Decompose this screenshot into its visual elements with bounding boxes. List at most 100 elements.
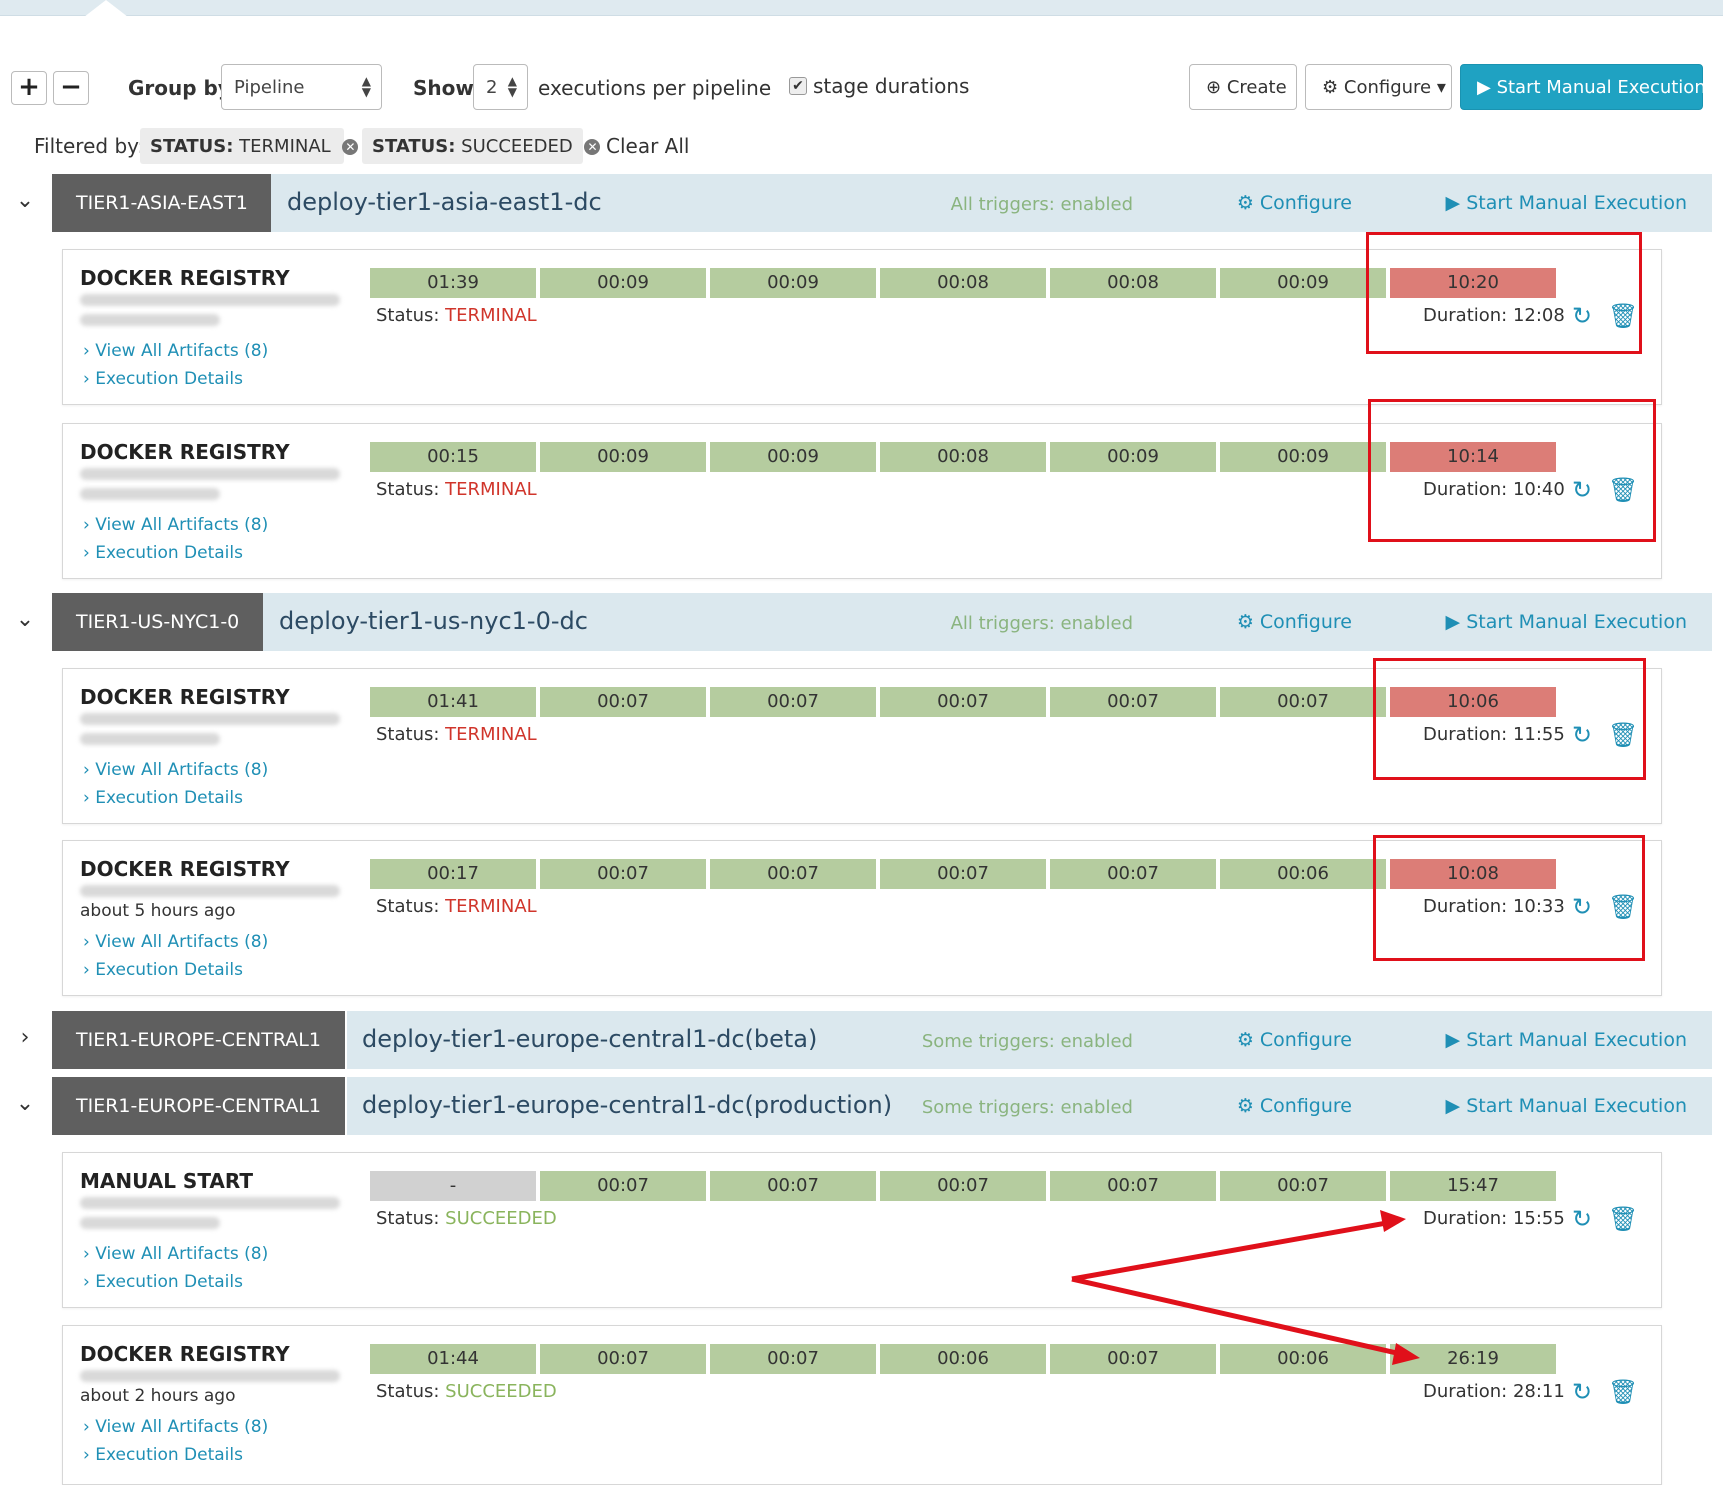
stage-segment[interactable]: 00:09 [710, 268, 878, 298]
stage-segment[interactable]: 00:08 [1050, 268, 1218, 298]
view-all-artifacts-link[interactable]: › View All Artifacts (8) [83, 1417, 268, 1437]
execution-details-link[interactable]: › Execution Details [83, 960, 243, 980]
start-manual-execution-link[interactable]: ▶ Start Manual Execution [1446, 192, 1687, 214]
execution-details-link[interactable]: › Execution Details [83, 543, 243, 563]
chevron-down-icon[interactable]: ⌄ [14, 1091, 36, 1117]
execution-details-link[interactable]: › Execution Details [83, 1445, 243, 1465]
stage-segment[interactable]: 26:19 [1390, 1344, 1558, 1374]
view-all-artifacts-link[interactable]: › View All Artifacts (8) [83, 932, 268, 952]
configure-pipeline-link[interactable]: ⚙ Configure [1237, 611, 1352, 633]
stage-segment[interactable]: 00:08 [880, 268, 1048, 298]
stage-segment[interactable]: 00:06 [880, 1344, 1048, 1374]
start-manual-execution-link[interactable]: ▶ Start Manual Execution [1446, 611, 1687, 633]
stage-segment[interactable]: 10:14 [1390, 442, 1558, 472]
stage-segment[interactable]: 00:07 [540, 1344, 708, 1374]
stage-segment[interactable]: 00:07 [540, 859, 708, 889]
execution-details-link[interactable]: › Execution Details [83, 369, 243, 389]
stage-segment[interactable]: 00:09 [710, 442, 878, 472]
pipeline-name[interactable]: deploy-tier1-europe-central1-dc(producti… [362, 1091, 892, 1119]
stage-segment[interactable]: 00:06 [1220, 859, 1388, 889]
stage-segment[interactable]: 00:09 [540, 442, 708, 472]
stage-segment[interactable]: 01:39 [370, 268, 538, 298]
remove-filter-icon[interactable]: ✕ [342, 139, 359, 155]
stage-segment[interactable]: 00:09 [1220, 442, 1388, 472]
start-manual-execution-button[interactable]: ▶ Start Manual Execution [1460, 64, 1706, 110]
redo-icon[interactable]: ↻ [1572, 721, 1592, 749]
executions-per-pipeline-label: executions per pipeline [538, 76, 772, 100]
stage-segment[interactable]: 00:07 [1050, 687, 1218, 717]
stage-segment[interactable]: 00:09 [540, 268, 708, 298]
clear-all-filters-link[interactable]: Clear All [606, 134, 689, 158]
stage-segment[interactable]: 00:07 [1220, 1171, 1388, 1201]
stage-segment[interactable]: 01:44 [370, 1344, 538, 1374]
redo-icon[interactable]: ↻ [1572, 1205, 1592, 1233]
create-button[interactable]: ⊕ Create [1189, 64, 1297, 110]
stage-segment[interactable]: 00:07 [710, 687, 878, 717]
trash-icon[interactable]: 🗑 [1608, 1378, 1638, 1406]
stage-segment[interactable]: 00:07 [540, 1171, 708, 1201]
execution-details-link[interactable]: › Execution Details [83, 1272, 243, 1292]
stage-segment[interactable]: 15:47 [1390, 1171, 1558, 1201]
trash-icon[interactable]: 🗑 [1608, 476, 1638, 504]
stage-segment[interactable]: 10:08 [1390, 859, 1558, 889]
start-manual-execution-link[interactable]: ▶ Start Manual Execution [1446, 1095, 1687, 1117]
configure-dropdown-button[interactable]: ⚙ Configure ▾ [1305, 64, 1452, 110]
stage-segment[interactable]: 00:17 [370, 859, 538, 889]
stage-segment[interactable]: 00:07 [540, 687, 708, 717]
filter-chip-value: TERMINAL [239, 136, 331, 157]
trash-icon[interactable]: 🗑 [1608, 302, 1638, 330]
stage-segment[interactable]: 00:07 [880, 1171, 1048, 1201]
stage-segment[interactable]: 10:06 [1390, 687, 1558, 717]
stage-bar: 01:44 00:07 00:07 00:06 00:07 00:06 26:1… [370, 1344, 1558, 1374]
stage-segment[interactable]: 00:09 [1220, 268, 1388, 298]
stage-segment[interactable]: - [370, 1171, 538, 1201]
view-all-artifacts-link[interactable]: › View All Artifacts (8) [83, 341, 268, 361]
chevron-down-icon[interactable]: ⌄ [14, 607, 36, 633]
stage-segment[interactable]: 00:07 [880, 687, 1048, 717]
stage-segment[interactable]: 00:07 [710, 1171, 878, 1201]
pipeline-name[interactable]: deploy-tier1-us-nyc1-0-dc [279, 607, 588, 635]
expand-all-button[interactable]: + [11, 71, 47, 105]
stage-segment[interactable]: 00:15 [370, 442, 538, 472]
start-manual-execution-label: Start Manual Execution [1466, 611, 1687, 633]
stage-segment[interactable]: 00:07 [880, 859, 1048, 889]
chevron-right-icon[interactable]: › [14, 1025, 36, 1051]
group-by-select[interactable]: Pipeline ▲ ▼ [221, 64, 382, 110]
configure-pipeline-link[interactable]: ⚙ Configure [1237, 1029, 1352, 1051]
configure-pipeline-link[interactable]: ⚙ Configure [1237, 1095, 1352, 1117]
trash-icon[interactable]: 🗑 [1608, 893, 1638, 921]
stage-segment[interactable]: 00:08 [880, 442, 1048, 472]
redo-icon[interactable]: ↻ [1572, 302, 1592, 330]
gear-icon: ⚙ [1236, 611, 1254, 633]
stage-segment[interactable]: 10:20 [1390, 268, 1558, 298]
stage-segment[interactable]: 00:07 [710, 1344, 878, 1374]
redo-icon[interactable]: ↻ [1572, 893, 1592, 921]
stage-segment[interactable]: 00:07 [1050, 1171, 1218, 1201]
stage-segment[interactable]: 01:41 [370, 687, 538, 717]
execution-details-link[interactable]: › Execution Details [83, 788, 243, 808]
start-manual-execution-link[interactable]: ▶ Start Manual Execution [1446, 1029, 1687, 1051]
stage-segment[interactable]: 00:07 [1050, 859, 1218, 889]
redo-icon[interactable]: ↻ [1572, 1378, 1592, 1406]
configure-pipeline-link[interactable]: ⚙ Configure [1237, 192, 1352, 214]
view-all-artifacts-link[interactable]: › View All Artifacts (8) [83, 760, 268, 780]
view-all-artifacts-link[interactable]: › View All Artifacts (8) [83, 1244, 268, 1264]
gear-icon: ⚙ [1236, 192, 1254, 214]
stage-segment[interactable]: 00:07 [1050, 1344, 1218, 1374]
view-all-artifacts-link[interactable]: › View All Artifacts (8) [83, 515, 268, 535]
redo-icon[interactable]: ↻ [1572, 476, 1592, 504]
view-all-artifacts-label: View All Artifacts (8) [95, 760, 269, 780]
stage-segment[interactable]: 00:09 [1050, 442, 1218, 472]
stage-durations-checkbox[interactable]: ✔ [789, 77, 807, 95]
executions-count-select[interactable]: 2 ▲ ▼ [473, 64, 528, 110]
trash-icon[interactable]: 🗑 [1608, 721, 1638, 749]
pipeline-name[interactable]: deploy-tier1-asia-east1-dc [287, 188, 602, 216]
stage-segment[interactable]: 00:07 [1220, 687, 1388, 717]
stage-segment[interactable]: 00:06 [1220, 1344, 1388, 1374]
remove-filter-icon[interactable]: ✕ [584, 139, 601, 155]
collapse-all-button[interactable]: − [53, 71, 89, 105]
trash-icon[interactable]: 🗑 [1608, 1205, 1638, 1233]
chevron-down-icon[interactable]: ⌄ [14, 188, 36, 214]
pipeline-name[interactable]: deploy-tier1-europe-central1-dc(beta) [362, 1025, 817, 1053]
stage-segment[interactable]: 00:07 [710, 859, 878, 889]
